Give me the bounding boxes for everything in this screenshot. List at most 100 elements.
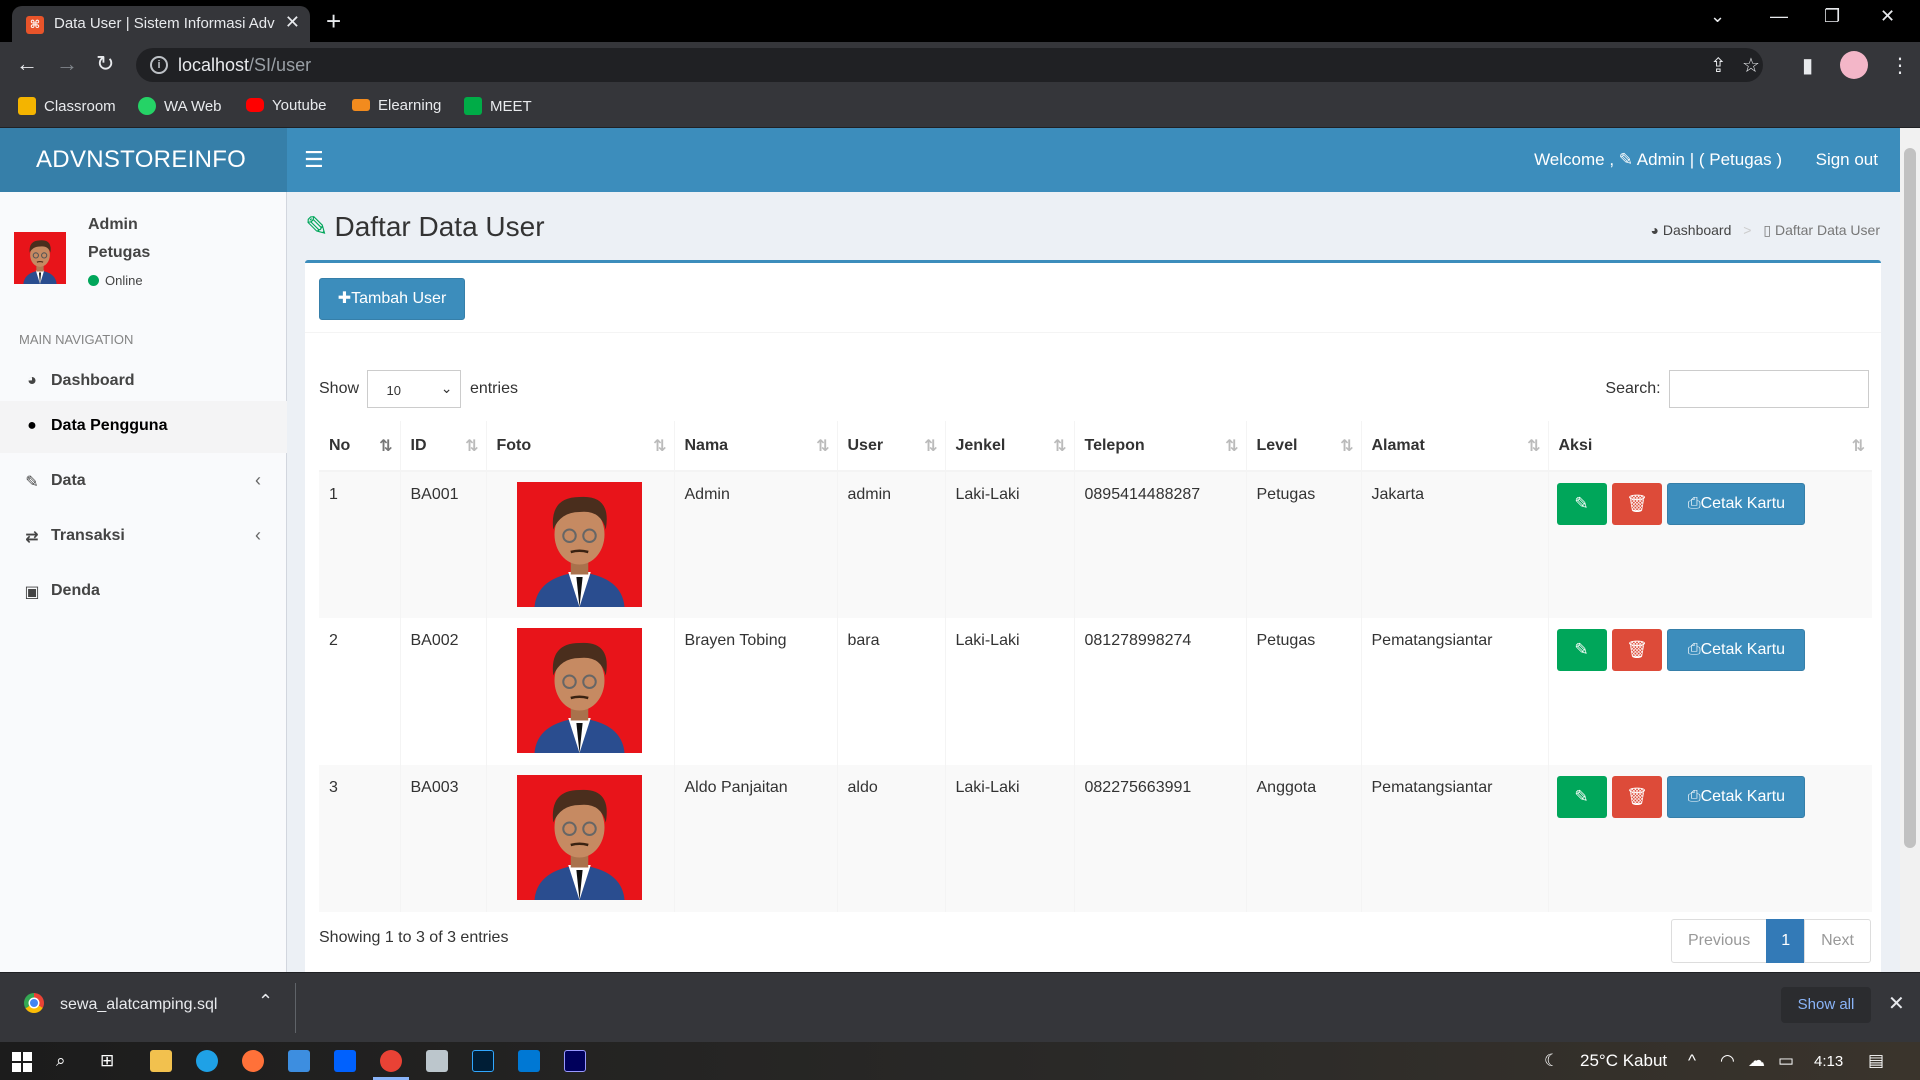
dropbox-icon[interactable] xyxy=(334,1050,356,1072)
delete-button[interactable]: 🗑 xyxy=(1611,776,1662,818)
col-telepon[interactable]: Telepon ⇅ xyxy=(1073,421,1246,472)
edge-icon[interactable] xyxy=(196,1050,218,1072)
site-info-icon[interactable]: i xyxy=(150,56,168,74)
weather-text[interactable]: 25°C Kabut xyxy=(1580,1051,1667,1071)
firefox-icon[interactable] xyxy=(242,1050,264,1072)
chevron-up-icon[interactable]: ⌃ xyxy=(258,991,273,1012)
sidebar-toggle-icon[interactable]: ☰ xyxy=(304,147,324,173)
delete-button[interactable]: 🗑 xyxy=(1611,483,1662,525)
task-view-icon[interactable]: ⊞ xyxy=(100,1051,114,1071)
breadcrumb-dashboard[interactable]: Dashboard xyxy=(1663,222,1732,238)
chevron-up-icon[interactable]: ^ xyxy=(1688,1051,1696,1071)
edit-button[interactable]: ✎ xyxy=(1556,776,1607,818)
wifi-icon[interactable]: ◠ xyxy=(1720,1051,1735,1071)
cell-user: admin xyxy=(836,471,945,618)
col-id[interactable]: ID ⇅ xyxy=(399,421,486,472)
download-item[interactable]: sewa_alatcamping.sql xyxy=(24,993,217,1014)
photoshop-icon[interactable] xyxy=(472,1050,494,1072)
search-input[interactable] xyxy=(1669,370,1869,408)
windows-start-icon[interactable] xyxy=(12,1052,32,1072)
sidebar: Admin Petugas Online MAIN NAVIGATION ◕ D… xyxy=(0,192,287,972)
address-bar[interactable]: i localhost/SI/user ⇪ ☆ xyxy=(136,48,1763,82)
cloud-icon[interactable]: ☁ xyxy=(1748,1051,1765,1071)
tab-search-icon[interactable]: ⌄ xyxy=(1710,6,1725,27)
col-foto[interactable]: Foto ⇅ xyxy=(485,421,674,472)
forward-icon[interactable]: → xyxy=(56,51,78,77)
cell-telepon: 081278998274 xyxy=(1073,618,1246,765)
browser-menu-icon[interactable]: ⋮ xyxy=(1890,53,1910,78)
battery-icon[interactable]: ▭ xyxy=(1778,1051,1794,1071)
bookmark-classroom[interactable]: Classroom xyxy=(18,97,116,115)
cell-foto xyxy=(485,765,674,912)
search-icon[interactable]: ⌕ xyxy=(56,1051,66,1071)
bookmark-wa-web[interactable]: WA Web xyxy=(138,97,222,115)
new-tab-button[interactable]: + xyxy=(326,6,341,37)
col-aksi[interactable]: Aksi ⇅ xyxy=(1547,421,1872,472)
print-card-button[interactable]: ⎙Cetak Kartu xyxy=(1667,776,1806,818)
page-length-control: Show 10 ⌄ entries xyxy=(319,370,518,408)
print-card-button[interactable]: ⎙Cetak Kartu xyxy=(1667,629,1806,671)
print-card-button[interactable]: ⎙Cetak Kartu xyxy=(1667,483,1806,525)
sidebar-item-data[interactable]: ✎ Data ‹ xyxy=(0,456,287,508)
clock[interactable]: 4:13 xyxy=(1814,1053,1843,1070)
table-header-row: No ⇅ ID ⇅ Foto ⇅ Nama ⇅ User ⇅ Jenkel ⇅ Telepo… xyxy=(319,421,1872,472)
page-scrollbar[interactable] xyxy=(1900,128,1920,972)
share-icon[interactable]: ⇪ xyxy=(1710,53,1727,78)
sign-out-link[interactable]: Sign out xyxy=(1816,150,1878,170)
side-panel-icon[interactable]: ▮ xyxy=(1802,53,1813,78)
weather-icon[interactable]: ☾ xyxy=(1544,1051,1559,1071)
cell-alamat: Pematangsiantar xyxy=(1360,618,1548,765)
edit-icon: ✎ xyxy=(1574,787,1589,806)
profile-avatar[interactable] xyxy=(1840,51,1868,79)
page-length-select[interactable]: 10 ⌄ xyxy=(367,370,462,408)
next-page-button[interactable]: Next xyxy=(1804,919,1871,963)
col-nama[interactable]: Nama ⇅ xyxy=(673,421,837,472)
notepad-icon[interactable] xyxy=(426,1050,448,1072)
reload-icon[interactable]: ↻ xyxy=(96,51,114,77)
bookmark-meet[interactable]: MEET xyxy=(464,97,532,115)
close-window-icon[interactable]: ✕ xyxy=(1880,6,1895,27)
sidebar-item-transaksi[interactable]: ⇄ Transaksi ‹ xyxy=(0,511,287,563)
app-logo[interactable]: ADVNSTOREINFO xyxy=(0,128,287,192)
browser-tab[interactable]: ⌘ Data User | Sistem Informasi Adv ✕ xyxy=(12,6,310,42)
edit-button[interactable]: ✎ xyxy=(1556,483,1607,525)
notification-icon[interactable]: ▤ xyxy=(1868,1051,1884,1071)
delete-button[interactable]: 🗑 xyxy=(1611,629,1662,671)
nav-header: MAIN NAVIGATION xyxy=(19,332,134,347)
dashboard-icon: ◕ xyxy=(27,372,37,389)
mail-icon[interactable] xyxy=(288,1050,310,1072)
back-icon[interactable]: ← xyxy=(16,51,38,77)
scrollbar-thumb[interactable] xyxy=(1904,148,1916,848)
user-photo xyxy=(516,775,642,900)
show-all-downloads-button[interactable]: Show all xyxy=(1781,987,1871,1023)
box-header: ✚Tambah User xyxy=(305,263,1881,333)
sidebar-item-data-pengguna[interactable]: ● Data Pengguna xyxy=(0,401,287,453)
col-level[interactable]: Level ⇅ xyxy=(1245,421,1361,472)
chevron-left-icon: ‹ xyxy=(255,470,261,490)
bookmark-star-icon[interactable]: ☆ xyxy=(1742,53,1760,78)
animate-icon[interactable] xyxy=(564,1050,586,1072)
divider xyxy=(295,983,296,1033)
bookmark-youtube[interactable]: Youtube xyxy=(246,97,327,114)
vscode-icon[interactable] xyxy=(518,1050,540,1072)
previous-page-button[interactable]: Previous xyxy=(1670,919,1768,963)
cell-id: BA003 xyxy=(399,765,486,912)
main-content: ✎ Daftar Data User ◕ Dashboard > ▯ Daftar… xyxy=(287,192,1900,972)
add-user-button[interactable]: ✚Tambah User xyxy=(319,278,465,320)
sort-icon: ⇅ xyxy=(1053,438,1067,455)
col-user[interactable]: User ⇅ xyxy=(836,421,945,472)
minimize-icon[interactable]: — xyxy=(1770,6,1788,27)
page-1-button[interactable]: 1 xyxy=(1766,919,1806,963)
close-download-bar-icon[interactable]: ✕ xyxy=(1888,991,1905,1016)
bookmark-elearning[interactable]: Elearning xyxy=(352,97,441,114)
col-alamat[interactable]: Alamat ⇅ xyxy=(1360,421,1548,472)
chrome-taskbar-icon[interactable] xyxy=(380,1050,402,1072)
restore-icon[interactable]: ❐ xyxy=(1824,6,1840,27)
user-panel: Admin Petugas Online xyxy=(0,192,287,312)
col-jenkel[interactable]: Jenkel ⇅ xyxy=(944,421,1074,472)
close-tab-icon[interactable]: ✕ xyxy=(285,12,300,33)
edit-button[interactable]: ✎ xyxy=(1556,629,1607,671)
sidebar-item-denda[interactable]: ▣ Denda xyxy=(0,566,287,618)
file-explorer-icon[interactable] xyxy=(150,1050,172,1072)
col-no[interactable]: No ⇅ xyxy=(319,421,400,472)
